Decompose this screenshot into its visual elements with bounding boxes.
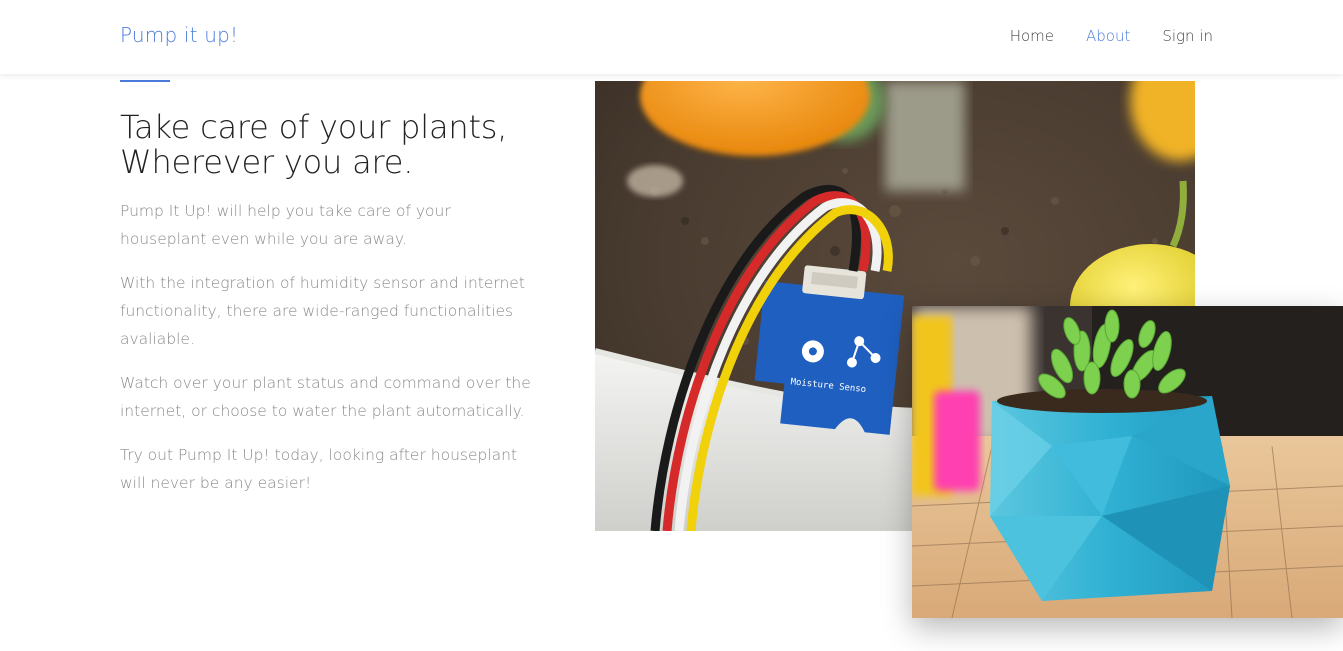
- brand-logo-link[interactable]: Pump it up!: [120, 23, 238, 47]
- hero-headline-line-2: Wherever you are.: [120, 143, 414, 181]
- description-paragraph-1: Pump It Up! will help you take care of y…: [120, 202, 451, 248]
- hero-description: Pump It Up! will help you take care of y…: [120, 197, 540, 513]
- hero-headline-line-1: Take care of your plants,: [120, 108, 508, 146]
- nav-home-link[interactable]: Home: [1010, 27, 1054, 45]
- navbar: Pump it up! Home About Sign in: [0, 0, 1343, 74]
- nav-sign-in-link[interactable]: Sign in: [1162, 27, 1213, 45]
- description-paragraph-3: Watch over your plant status and command…: [120, 374, 531, 420]
- nav-about-link[interactable]: About: [1086, 27, 1130, 45]
- succulent-pot-illustration: [912, 306, 1343, 618]
- nav-links: Home About Sign in: [1010, 27, 1213, 45]
- accent-divider: [120, 80, 170, 82]
- succulent-pot-photo: [912, 306, 1343, 618]
- hero-headline: Take care of your plants, Wherever you a…: [120, 110, 560, 180]
- description-paragraph-4: Try out Pump It Up! today, looking after…: [120, 446, 518, 492]
- description-paragraph-2: With the integration of humidity sensor …: [120, 274, 525, 348]
